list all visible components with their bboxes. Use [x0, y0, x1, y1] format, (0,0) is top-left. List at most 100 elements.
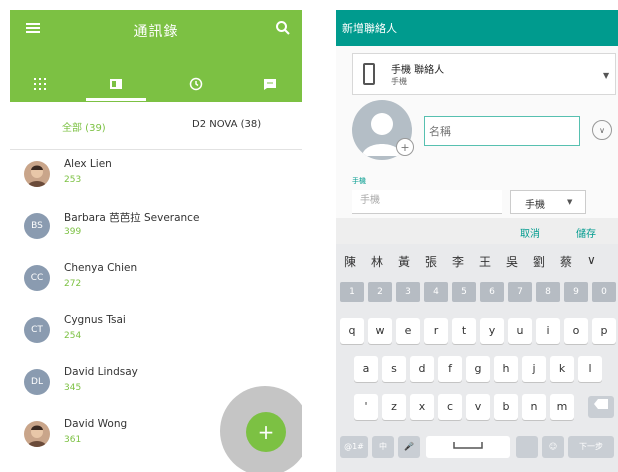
- number-key[interactable]: 9: [564, 282, 588, 302]
- contact-row[interactable]: Alex Lien 253: [10, 150, 302, 202]
- letter-key[interactable]: d: [410, 356, 434, 382]
- dropdown-caret-icon: ▼: [567, 198, 573, 206]
- letter-key[interactable]: s: [382, 356, 406, 382]
- number-key[interactable]: 3: [396, 282, 420, 302]
- candidate-bar: 陳林黃張李王吳劉蔡 ∨: [336, 244, 618, 278]
- tab-recent[interactable]: [168, 66, 224, 102]
- active-tab-indicator: [86, 98, 146, 101]
- contact-row[interactable]: BS Barbara 芭芭拉 Severance 399: [10, 202, 302, 254]
- backspace-key[interactable]: [588, 396, 614, 418]
- phone-type-label: 手機: [525, 200, 545, 211]
- add-photo-icon[interactable]: +: [396, 138, 414, 156]
- soft-keyboard: 陳林黃張李王吳劉蔡 ∨ 1234567890 qwertyuiop asdfghjk…: [336, 244, 618, 472]
- letter-key[interactable]: w: [368, 318, 392, 344]
- contact-name: David Wong: [64, 418, 128, 430]
- avatar: DL: [24, 369, 50, 395]
- contact-row[interactable]: CC Chenya Chien 272: [10, 254, 302, 306]
- candidate-char[interactable]: ∨: [587, 253, 596, 267]
- contact-name: Chenya Chien: [64, 262, 138, 274]
- letter-key[interactable]: j: [522, 356, 546, 382]
- backspace-icon: [594, 399, 608, 409]
- letter-key[interactable]: q: [340, 318, 364, 344]
- letter-key[interactable]: t: [452, 318, 476, 344]
- letter-key[interactable]: b: [494, 394, 518, 420]
- tab-dialpad[interactable]: [12, 66, 68, 102]
- letter-key[interactable]: x: [410, 394, 434, 420]
- letter-key[interactable]: ': [354, 394, 378, 420]
- add-contact-button[interactable]: +: [246, 412, 286, 452]
- account-main-label: 手機 聯絡人: [391, 65, 445, 76]
- letter-key[interactable]: f: [438, 356, 462, 382]
- letter-key[interactable]: c: [438, 394, 462, 420]
- phone-type-select[interactable]: 手機 ▼: [510, 190, 586, 214]
- clipboard-key[interactable]: [516, 436, 538, 458]
- number-key[interactable]: 8: [536, 282, 560, 302]
- candidate-char[interactable]: 李: [452, 253, 464, 270]
- letter-key[interactable]: i: [536, 318, 560, 344]
- contact-count: 253: [64, 175, 82, 185]
- avatar: BS: [24, 213, 50, 239]
- number-key[interactable]: 2: [368, 282, 392, 302]
- letter-key[interactable]: e: [396, 318, 420, 344]
- letter-key[interactable]: m: [550, 394, 574, 420]
- candidate-char[interactable]: 劉: [533, 253, 545, 270]
- avatar: [24, 421, 50, 447]
- space-icon: [453, 442, 483, 449]
- title-bar: 新增聯絡人: [336, 10, 618, 46]
- tab-bar: [10, 66, 302, 102]
- letter-key[interactable]: z: [382, 394, 406, 420]
- candidate-char[interactable]: 蔡: [560, 253, 572, 270]
- candidate-char[interactable]: 吳: [506, 253, 518, 270]
- contact-row[interactable]: CT Cygnus Tsai 254: [10, 306, 302, 358]
- letter-key[interactable]: y: [480, 318, 504, 344]
- letter-key[interactable]: o: [564, 318, 588, 344]
- number-key[interactable]: 0: [592, 282, 616, 302]
- clock-icon: [189, 77, 203, 91]
- letter-key[interactable]: u: [508, 318, 532, 344]
- candidate-char[interactable]: 張: [425, 253, 437, 270]
- next-key[interactable]: 下一步: [568, 436, 614, 458]
- search-icon[interactable]: [275, 20, 291, 36]
- letter-key[interactable]: n: [522, 394, 546, 420]
- letter-key[interactable]: p: [592, 318, 616, 344]
- letter-key[interactable]: h: [494, 356, 518, 382]
- account-selector[interactable]: 手機 聯絡人 手機 ▼: [352, 53, 616, 95]
- form-title: 新增聯絡人: [342, 22, 397, 35]
- contact-count: 361: [64, 435, 82, 445]
- number-key[interactable]: 6: [480, 282, 504, 302]
- letter-key[interactable]: r: [424, 318, 448, 344]
- expand-name-icon[interactable]: ∨: [592, 120, 612, 140]
- number-key[interactable]: 5: [452, 282, 476, 302]
- name-input[interactable]: [424, 116, 580, 146]
- contact-count: 399: [64, 227, 82, 237]
- letter-key[interactable]: v: [466, 394, 490, 420]
- candidate-char[interactable]: 黃: [398, 253, 410, 270]
- phone-device-icon: [363, 63, 375, 85]
- letter-key[interactable]: g: [466, 356, 490, 382]
- number-key[interactable]: 1: [340, 282, 364, 302]
- dialpad-icon: [34, 78, 46, 90]
- letter-key[interactable]: a: [354, 356, 378, 382]
- cancel-button[interactable]: 取消: [520, 225, 540, 240]
- letter-key[interactable]: l: [578, 356, 602, 382]
- filter-all[interactable]: 全部 (39): [62, 119, 106, 134]
- number-key[interactable]: 4: [424, 282, 448, 302]
- candidate-char[interactable]: 陳: [344, 253, 356, 270]
- tab-contacts[interactable]: [88, 66, 144, 102]
- candidate-char[interactable]: 林: [371, 253, 383, 270]
- language-key[interactable]: 中: [372, 436, 394, 458]
- phone-input[interactable]: 手機: [352, 190, 502, 214]
- emoji-key[interactable]: ☺: [542, 436, 564, 458]
- contact-name: Cygnus Tsai: [64, 314, 126, 326]
- symbols-key[interactable]: @1#: [340, 436, 368, 458]
- number-key[interactable]: 7: [508, 282, 532, 302]
- tab-messages[interactable]: [242, 66, 298, 102]
- space-key[interactable]: [426, 436, 510, 458]
- candidate-char[interactable]: 王: [479, 253, 491, 270]
- contacts-card-icon: [110, 79, 122, 89]
- save-button[interactable]: 儲存: [576, 225, 596, 240]
- letter-key[interactable]: k: [550, 356, 574, 382]
- avatar: CT: [24, 317, 50, 343]
- mic-key[interactable]: 🎤: [398, 436, 420, 458]
- filter-d2nova[interactable]: D2 NOVA (38): [192, 119, 261, 130]
